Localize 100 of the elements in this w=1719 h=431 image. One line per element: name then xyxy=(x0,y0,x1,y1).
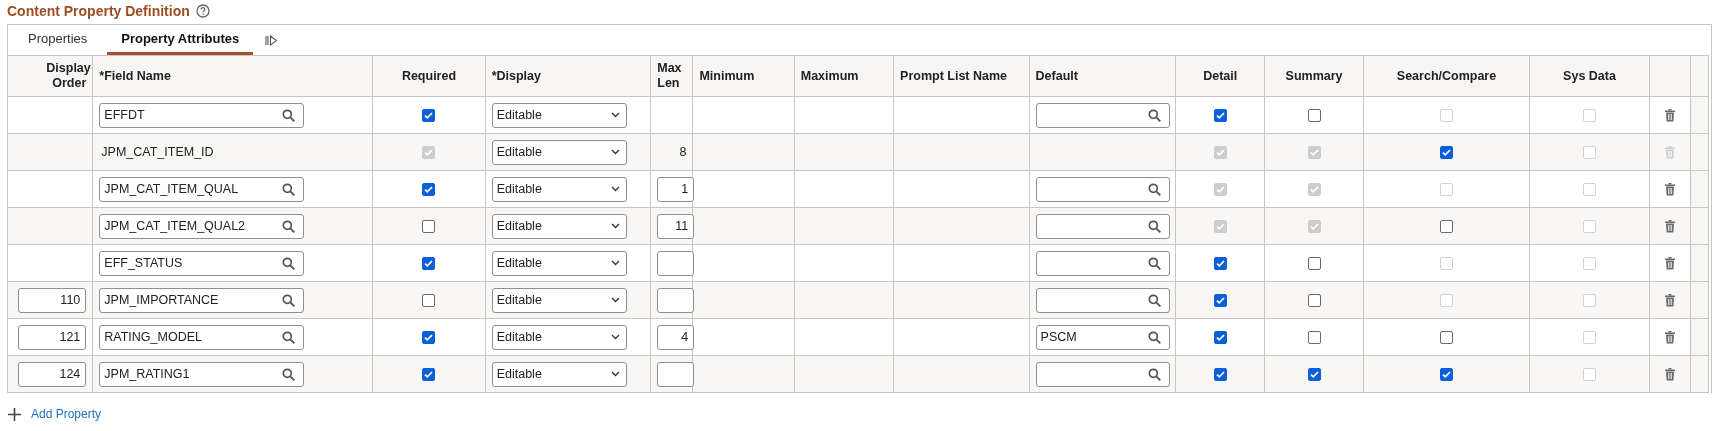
chevron-down-icon xyxy=(610,186,620,192)
column-header: Maximum xyxy=(800,68,859,84)
lookup-field[interactable]: JPM_CAT_ITEM_QUAL2 xyxy=(99,213,305,239)
checkbox[interactable] xyxy=(1307,294,1321,308)
checkbox[interactable] xyxy=(422,109,436,123)
max-length-field[interactable]: 11 xyxy=(657,213,695,239)
lookup-field[interactable]: JPM_CAT_ITEM_QUAL xyxy=(99,176,305,202)
column-header: *Field Name xyxy=(99,68,171,84)
trash-icon[interactable] xyxy=(1664,109,1675,123)
lookup-field[interactable]: EFF_STATUS xyxy=(99,250,305,276)
chevron-down-icon xyxy=(610,112,620,118)
max-length-field[interactable] xyxy=(657,361,695,387)
lookup-field[interactable] xyxy=(1035,213,1170,239)
chevron-down-icon xyxy=(610,260,620,266)
display-dropdown[interactable]: Editable xyxy=(491,102,627,128)
lookup-field[interactable]: JPM_RATING1 xyxy=(99,361,305,387)
checkbox[interactable] xyxy=(1440,220,1453,234)
order-field[interactable]: 110 xyxy=(18,287,87,313)
checkbox[interactable] xyxy=(422,183,436,197)
add-property-link[interactable]: Add Property xyxy=(31,407,102,421)
search-icon[interactable] xyxy=(1147,330,1161,344)
max-length-field[interactable]: 4 xyxy=(657,324,695,350)
chevron-down-icon xyxy=(610,149,620,155)
lookup-field[interactable]: EFFDT xyxy=(99,102,305,128)
display-dropdown[interactable]: Editable xyxy=(491,250,627,276)
lookup-field[interactable] xyxy=(1035,102,1170,128)
chevron-down-icon xyxy=(610,334,620,340)
search-icon[interactable] xyxy=(1147,293,1161,307)
column-header: Max Len xyxy=(657,61,683,91)
checkbox[interactable] xyxy=(422,368,436,382)
display-dropdown[interactable]: Editable xyxy=(491,361,627,387)
checkbox[interactable] xyxy=(1213,109,1227,123)
search-icon[interactable] xyxy=(1147,182,1161,196)
chevron-down-icon xyxy=(610,223,620,229)
max-length-field[interactable]: 1 xyxy=(657,176,695,202)
column-header: Default xyxy=(1035,68,1078,84)
checkbox[interactable] xyxy=(1307,109,1321,123)
display-dropdown[interactable]: Editable xyxy=(491,139,627,165)
help-icon[interactable] xyxy=(195,4,210,18)
display-dropdown[interactable]: Editable xyxy=(491,324,627,350)
plus-icon[interactable] xyxy=(8,407,21,421)
trash-icon[interactable] xyxy=(1664,257,1675,271)
max-length-field[interactable] xyxy=(657,250,695,276)
lookup-field[interactable]: RATING_MODEL xyxy=(99,324,305,350)
column-header: Minimum xyxy=(699,68,755,84)
column-header: *Display xyxy=(491,68,541,84)
checkbox[interactable] xyxy=(422,220,436,234)
order-field[interactable]: 121 xyxy=(18,324,87,350)
search-icon[interactable] xyxy=(282,367,296,381)
chevron-down-icon xyxy=(610,371,620,377)
checkbox[interactable] xyxy=(1213,257,1227,271)
max-length-field[interactable] xyxy=(657,287,695,313)
lookup-field[interactable]: JPM_IMPORTANCE xyxy=(99,287,305,313)
lookup-field[interactable]: PSCM xyxy=(1035,324,1170,350)
display-dropdown[interactable]: Editable xyxy=(491,213,627,239)
column-header: Search/Compare xyxy=(1396,68,1497,84)
checkbox[interactable] xyxy=(1213,331,1227,345)
search-icon[interactable] xyxy=(1147,219,1161,233)
search-icon[interactable] xyxy=(282,108,296,122)
search-icon[interactable] xyxy=(282,330,296,344)
column-header: Sys Data xyxy=(1563,68,1616,84)
checkbox[interactable] xyxy=(1307,331,1321,345)
trash-icon[interactable] xyxy=(1664,183,1675,197)
search-icon[interactable] xyxy=(282,293,296,307)
page-title: Content Property Definition xyxy=(7,3,190,19)
column-header: Summary xyxy=(1285,68,1343,84)
trash-icon[interactable] xyxy=(1664,368,1675,382)
search-icon[interactable] xyxy=(282,256,296,270)
display-dropdown[interactable]: Editable xyxy=(491,176,627,202)
search-icon[interactable] xyxy=(1147,367,1161,381)
search-icon[interactable] xyxy=(282,182,296,196)
trash-icon[interactable] xyxy=(1664,294,1675,308)
checkbox[interactable] xyxy=(422,257,436,271)
display-dropdown[interactable]: Editable xyxy=(491,287,627,313)
checkbox[interactable] xyxy=(422,331,436,345)
checkbox[interactable] xyxy=(1440,146,1453,160)
lookup-field[interactable] xyxy=(1035,176,1170,202)
column-header: Required xyxy=(401,68,457,84)
tab[interactable]: Properties xyxy=(8,25,108,55)
checkbox[interactable] xyxy=(422,294,436,308)
column-header: Detail xyxy=(1203,68,1238,84)
search-icon[interactable] xyxy=(1147,256,1161,270)
checkbox[interactable] xyxy=(1213,368,1227,382)
trash-icon[interactable] xyxy=(1664,220,1675,234)
search-icon[interactable] xyxy=(282,219,296,233)
lookup-field[interactable] xyxy=(1035,287,1170,313)
order-field[interactable]: 124 xyxy=(18,361,87,387)
show-all-columns-icon[interactable] xyxy=(265,34,278,46)
lookup-field[interactable] xyxy=(1035,361,1170,387)
search-icon[interactable] xyxy=(1147,108,1161,122)
checkbox[interactable] xyxy=(1213,294,1227,308)
checkbox[interactable] xyxy=(1440,331,1453,345)
checkbox[interactable] xyxy=(1307,368,1321,382)
checkbox[interactable] xyxy=(1440,368,1453,382)
chevron-down-icon xyxy=(610,297,620,303)
column-header: Prompt List Name xyxy=(900,68,1008,84)
trash-icon[interactable] xyxy=(1664,331,1675,345)
lookup-field[interactable] xyxy=(1035,250,1170,276)
checkbox[interactable] xyxy=(1307,257,1321,271)
max-length: 8 xyxy=(678,145,687,159)
